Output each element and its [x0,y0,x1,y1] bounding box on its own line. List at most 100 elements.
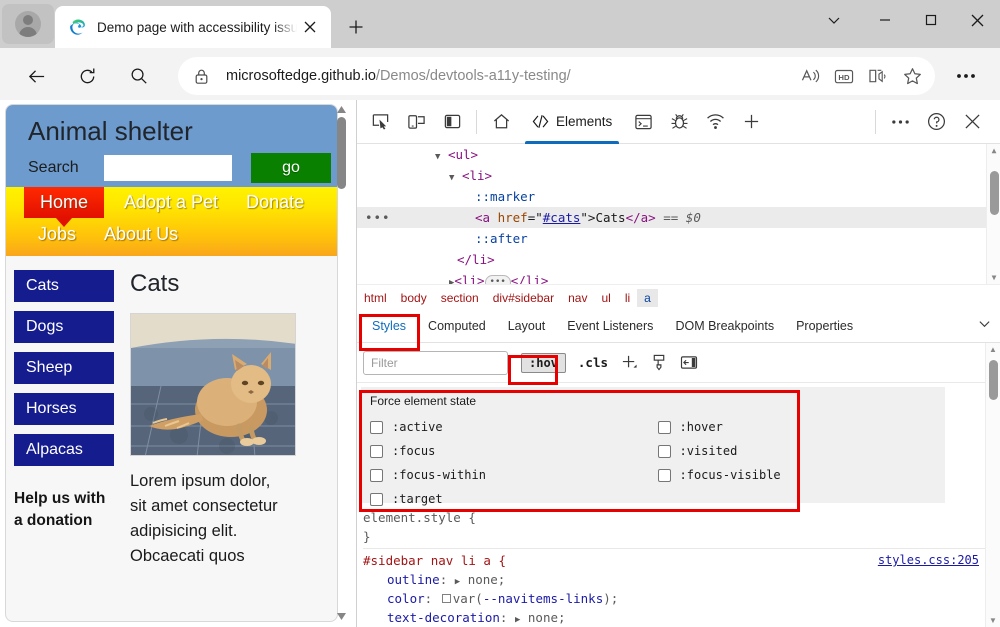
color-swatch-icon[interactable] [441,594,451,603]
refresh-button[interactable] [69,58,105,94]
scroll-up-arrow-icon[interactable]: ▲ [992,146,997,155]
print-media-button[interactable] [644,350,674,376]
dock-side-button[interactable] [434,107,470,137]
styles-filter-input[interactable]: Filter [363,350,508,375]
dom-node-li-close[interactable]: </li> [357,249,1000,270]
css-variable-name[interactable]: --navitems-links [483,591,603,606]
sidebar-item-cats[interactable]: Cats [14,270,114,302]
more-tools-button[interactable] [882,107,918,137]
dom-tree-scrollbar[interactable]: ▲ ▼ [986,144,1000,284]
checkbox-target[interactable] [370,492,383,506]
tab-actions-menu-button[interactable] [806,0,862,40]
devtools-home-button[interactable] [483,107,519,137]
declaration-property[interactable]: text-decoration [387,610,500,625]
checkbox-focus[interactable] [370,444,383,458]
back-button[interactable] [18,58,54,94]
nav-item-donate[interactable]: Donate [232,187,318,218]
expand-triangle-icon[interactable]: ▼ [435,152,440,162]
new-tab-button[interactable] [340,12,372,42]
checkbox-focus-visible[interactable] [657,468,671,482]
declaration-property[interactable]: color [387,591,425,606]
dom-node-marker[interactable]: ::marker [357,186,1000,207]
tab-styles[interactable]: Styles [361,319,417,333]
window-close-button[interactable] [954,0,1000,40]
search-button[interactable] [121,58,157,94]
nav-item-about-us[interactable]: About Us [90,219,192,250]
read-aloud-button[interactable] [793,60,827,92]
inspect-element-button[interactable] [362,107,398,137]
add-favorite-button[interactable] [895,60,929,92]
tab-layout[interactable]: Layout [497,319,557,333]
breadcrumb-a[interactable]: a [637,288,658,307]
tab-event-listeners[interactable]: Event Listeners [556,319,664,333]
dom-node-anchor-selected[interactable]: ••• <a href="#cats">Cats</a> == $0 [357,207,1000,228]
declaration-value[interactable]: none; [468,572,506,587]
dom-tree[interactable]: ▼ <ul> ▼ <li> ::marker ••• <a href="#cat… [357,144,1000,284]
declaration-outline[interactable]: outline: ▶ none; [363,570,1000,589]
dom-node-li-collapsed[interactable]: ▶<li> ••• </li> [357,270,1000,284]
styles-scroll-thumb[interactable] [988,360,998,400]
css-rules-list[interactable]: element.style { } #sidebar nav li a { st… [357,508,1000,627]
dom-node-after[interactable]: ::after [357,228,1000,249]
site-info-button[interactable] [194,68,220,85]
scroll-down-arrow-icon[interactable]: ▼ [989,616,997,625]
go-button[interactable]: go [251,153,331,183]
console-button[interactable] [625,107,661,137]
breadcrumb-section[interactable]: section [434,289,486,307]
force-state-row-focus-within[interactable]: :focus-within [370,463,658,487]
network-button[interactable] [697,107,733,137]
scroll-down-arrow-icon[interactable]: ▼ [992,273,997,282]
tab-elements[interactable]: Elements [519,100,625,144]
declaration-value[interactable]: none; [528,610,566,625]
browser-tab[interactable]: Demo page with accessibility issu [55,6,331,48]
sidebar-item-dogs[interactable]: Dogs [14,311,114,343]
force-state-row-active[interactable]: :active [370,415,658,439]
checkbox-active[interactable] [370,420,383,434]
nav-item-adopt-a-pet[interactable]: Adopt a Pet [110,187,232,218]
toggle-computed-sidebar-button[interactable] [674,350,704,376]
collapsed-children-icon[interactable]: ••• [484,275,511,284]
profile-button[interactable] [2,4,54,44]
tab-close-button[interactable] [297,14,323,40]
dom-node-ul[interactable]: ▼ <ul> [357,144,1000,165]
breadcrumb-ul[interactable]: ul [594,289,617,307]
rule-element-style-selector[interactable]: element.style { [363,508,1000,527]
force-state-row-focus-visible[interactable]: :focus-visible [657,463,946,487]
close-devtools-button[interactable] [954,107,990,137]
dom-attr-value[interactable]: #cats [543,210,581,225]
nav-item-home[interactable]: Home [24,187,105,227]
sidebar-item-sheep[interactable]: Sheep [14,352,114,384]
dom-breadcrumb[interactable]: html body section div#sidebar nav ul li … [357,284,1000,310]
search-input[interactable] [104,155,232,181]
expand-triangle-icon[interactable]: ▼ [449,173,454,183]
checkbox-visited[interactable] [657,444,671,458]
hd-video-button[interactable]: HD [827,60,861,92]
sidebar-item-alpacas[interactable]: Alpacas [14,434,114,466]
browser-settings-menu-button[interactable] [948,58,984,94]
page-scrollbar[interactable] [333,105,350,621]
immersive-reader-button[interactable] [861,60,895,92]
minimize-button[interactable] [862,0,908,40]
tab-dom-breakpoints[interactable]: DOM Breakpoints [664,319,785,333]
tab-computed[interactable]: Computed [417,319,497,333]
declaration-property[interactable]: outline [387,572,440,587]
node-badge-ellipsis-icon[interactable]: ••• [365,207,391,228]
dom-scroll-thumb[interactable] [989,171,999,215]
help-button[interactable] [918,107,954,137]
breadcrumb-li[interactable]: li [618,289,637,307]
maximize-button[interactable] [908,0,954,40]
css-source-link[interactable]: styles.css:205 [878,551,979,570]
pane-tabs-overflow-button[interactable] [978,317,991,335]
rule-sidebar-selector[interactable]: #sidebar nav li a { styles.css:205 [363,551,1000,570]
force-state-row-focus[interactable]: :focus [370,439,658,463]
device-emulation-button[interactable] [398,107,434,137]
address-bar[interactable]: microsoftedge.github.io/Demos/devtools-a… [178,57,935,95]
checkbox-hover[interactable] [657,420,671,434]
styles-pane-scrollbar[interactable]: ▲ ▼ [985,343,1000,627]
declaration-text-decoration[interactable]: text-decoration: ▶ none; [363,608,1000,627]
new-style-rule-button[interactable] [614,350,644,376]
element-classes-button[interactable]: .cls [578,355,608,370]
sidebar-item-horses[interactable]: Horses [14,393,114,425]
force-state-toggle-button[interactable]: :hov [521,352,566,373]
dom-node-li[interactable]: ▼ <li> [357,165,1000,186]
